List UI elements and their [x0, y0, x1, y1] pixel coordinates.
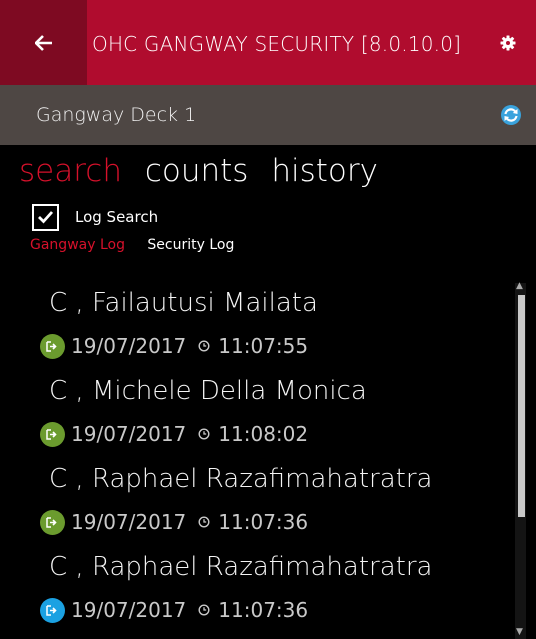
list-item[interactable]: C , Raphael Razafimahatratra 19/07/2017 … [0, 544, 510, 632]
location-label: Gangway Deck 1 [36, 104, 197, 126]
exit-icon [40, 597, 65, 623]
tab-counts[interactable]: counts [145, 153, 249, 189]
scrollbar-thumb[interactable] [518, 295, 525, 517]
clock-icon [198, 428, 210, 440]
tab-security-log[interactable]: Security Log [147, 237, 234, 253]
person-name: C , Raphael Razafimahatratra [49, 552, 433, 582]
entry-date: 19/07/2017 [71, 598, 187, 622]
scroll-down-icon[interactable]: ▼ [516, 627, 523, 637]
app-title: OHC GANGWAY SECURITY [8.0.10.0] [92, 32, 462, 56]
entry-details: 19/07/2017 11:08:02 [0, 412, 510, 456]
exit-icon [40, 509, 65, 535]
title-bar: OHC GANGWAY SECURITY [8.0.10.0] [0, 0, 536, 85]
clock-icon [198, 516, 210, 528]
list-item[interactable]: C , Failautusi Mailata 19/07/2017 11:07:… [0, 280, 510, 368]
exit-icon [40, 421, 65, 447]
log-search-checkbox[interactable] [32, 203, 59, 231]
tab-search[interactable]: search [19, 153, 122, 189]
checkmark-icon [38, 211, 54, 224]
entry-details: 19/07/2017 11:07:55 [0, 324, 510, 368]
refresh-icon[interactable] [500, 104, 522, 126]
entry-time: 11:08:02 [218, 422, 309, 446]
clock-icon [198, 340, 210, 352]
log-list: C , Failautusi Mailata 19/07/2017 11:07:… [0, 280, 510, 632]
clock-icon [198, 604, 210, 616]
list-item[interactable]: C , Raphael Razafimahatratra 19/07/2017 … [0, 456, 510, 544]
entry-time: 11:07:55 [218, 334, 309, 358]
entry-date: 19/07/2017 [71, 334, 187, 358]
log-search-label: Log Search [75, 208, 159, 226]
gear-icon[interactable] [498, 33, 518, 53]
person-name: C , Michele Della Monica [49, 376, 367, 406]
tab-gangway-log[interactable]: Gangway Log [30, 237, 125, 253]
back-button[interactable] [0, 0, 87, 85]
list-item[interactable]: C , Michele Della Monica 19/07/2017 11:0… [0, 368, 510, 456]
entry-date: 19/07/2017 [71, 510, 187, 534]
scroll-up-icon[interactable]: ▲ [516, 281, 523, 291]
arrow-left-icon [34, 34, 52, 51]
log-search-option: Log Search [32, 201, 158, 233]
entry-details: 19/07/2017 11:07:36 [0, 588, 510, 632]
entry-date: 19/07/2017 [71, 422, 187, 446]
location-bar: Gangway Deck 1 [0, 85, 536, 145]
entry-time: 11:07:36 [218, 510, 309, 534]
entry-details: 19/07/2017 11:07:36 [0, 500, 510, 544]
entry-time: 11:07:36 [218, 598, 309, 622]
exit-icon [40, 333, 65, 359]
tab-history[interactable]: history [271, 153, 378, 189]
person-name: C , Failautusi Mailata [49, 288, 318, 318]
person-name: C , Raphael Razafimahatratra [49, 464, 433, 494]
main-tabs: search counts history [19, 153, 391, 195]
log-tabs: Gangway Log Security Log [30, 237, 252, 253]
